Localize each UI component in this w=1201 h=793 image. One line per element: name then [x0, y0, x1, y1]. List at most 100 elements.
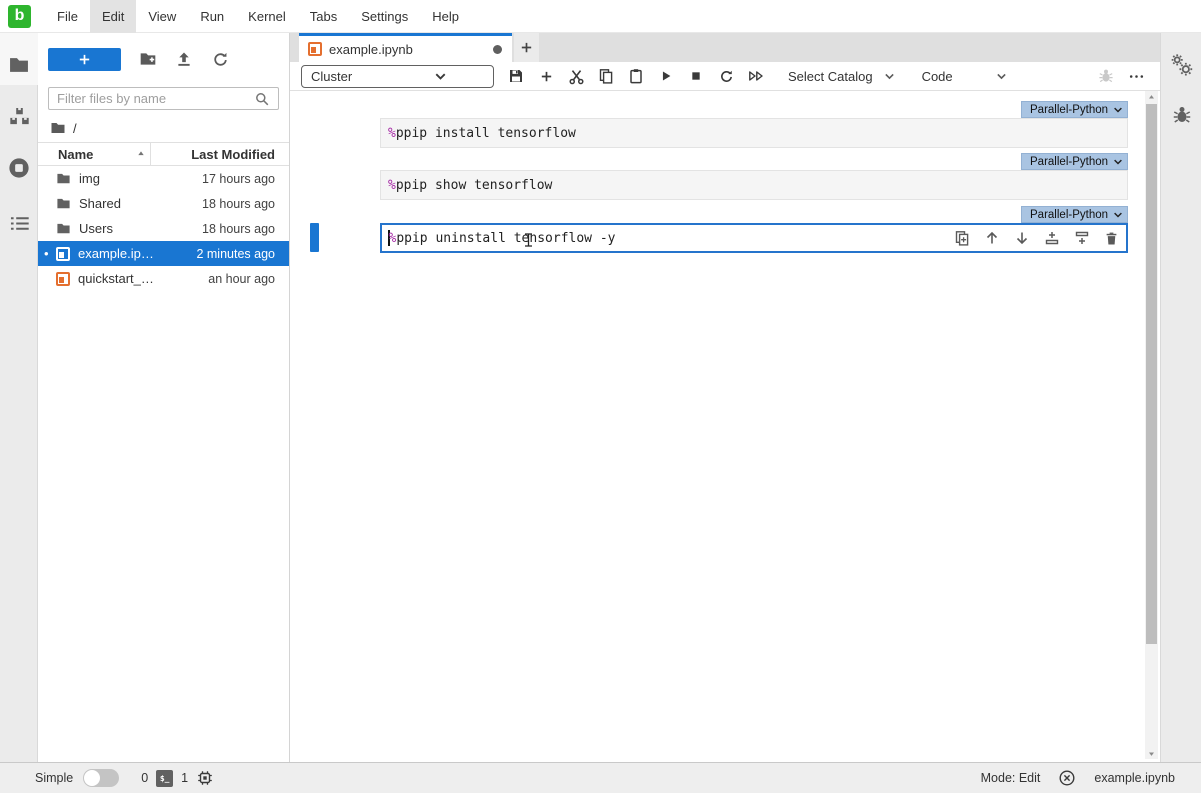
- kernel-select-value: Parallel-Python: [1030, 156, 1108, 168]
- column-header-name[interactable]: Name: [38, 147, 147, 162]
- sort-ascending-icon: [135, 148, 147, 160]
- breadcrumb-root[interactable]: /: [73, 121, 77, 136]
- scrollbar-thumb[interactable]: [1146, 104, 1157, 644]
- name-column-label: Name: [58, 147, 93, 162]
- file-name: Users: [79, 221, 202, 236]
- menu-run[interactable]: Run: [188, 0, 236, 33]
- save-button[interactable]: [504, 64, 528, 88]
- running-sessions-tab[interactable]: [0, 149, 38, 187]
- simple-mode-toggle[interactable]: [83, 769, 119, 787]
- cell-kernel-select[interactable]: Parallel-Python: [1021, 153, 1128, 170]
- menu-settings[interactable]: Settings: [349, 0, 420, 33]
- run-cell-button[interactable]: [654, 64, 678, 88]
- paste-cell-button[interactable]: [624, 64, 648, 88]
- code-text: ppip uninstall tensorflow -y: [396, 231, 615, 246]
- duplicate-cell-button[interactable]: [953, 230, 970, 247]
- stop-circle-icon: [8, 157, 30, 179]
- copy-cell-button[interactable]: [594, 64, 618, 88]
- magic-token: %: [388, 178, 396, 193]
- file-row-img[interactable]: img 17 hours ago: [38, 166, 289, 191]
- new-folder-button[interactable]: [130, 45, 166, 73]
- menu-tabs[interactable]: Tabs: [298, 0, 349, 33]
- menu-edit[interactable]: Edit: [90, 0, 136, 33]
- folder-icon: [8, 54, 30, 76]
- tab-example-ipynb[interactable]: example.ipynb: [299, 33, 512, 62]
- code-cell-2[interactable]: %ppip show tensorflow: [380, 170, 1128, 200]
- table-of-contents-tab[interactable]: [0, 204, 38, 242]
- insert-cell-button[interactable]: [534, 64, 558, 88]
- bug-icon: [1098, 68, 1114, 84]
- menu-help[interactable]: Help: [420, 0, 471, 33]
- property-inspector-tab[interactable]: [1161, 46, 1201, 84]
- menu-view[interactable]: View: [136, 0, 188, 33]
- restart-kernel-button[interactable]: [714, 64, 738, 88]
- vertical-scrollbar[interactable]: [1145, 91, 1158, 759]
- menubar: b File Edit View Run Kernel Tabs Setting…: [0, 0, 1201, 33]
- save-icon: [508, 68, 524, 84]
- menu-kernel[interactable]: Kernel: [236, 0, 298, 33]
- kernel-chip-icon[interactable]: [196, 769, 214, 787]
- unsaved-dot: •: [44, 246, 49, 261]
- file-modified: 18 hours ago: [202, 197, 289, 211]
- code-cell-3-active[interactable]: %ppip uninstall tensorflow -y: [380, 223, 1128, 253]
- file-row-users[interactable]: Users 18 hours ago: [38, 216, 289, 241]
- file-row-shared[interactable]: Shared 18 hours ago: [38, 191, 289, 216]
- cell-group-2: Parallel-Python %ppip show tensorflow: [380, 153, 1128, 200]
- interrupt-kernel-button[interactable]: [684, 64, 708, 88]
- file-name: img: [79, 171, 202, 186]
- restart-run-all-button[interactable]: [744, 64, 768, 88]
- insert-cell-above-button[interactable]: [1043, 230, 1060, 247]
- move-cell-up-button[interactable]: [983, 230, 1000, 247]
- new-launcher-button[interactable]: [48, 48, 121, 71]
- mode-indicator[interactable]: Mode: Edit: [981, 771, 1041, 785]
- filter-files-input[interactable]: [57, 91, 254, 106]
- kernel-status-circle-x-icon[interactable]: [1058, 769, 1076, 787]
- cell-collapser[interactable]: [310, 223, 319, 252]
- breadcrumb: /: [38, 110, 289, 142]
- restart-icon: [719, 69, 734, 84]
- menu-file[interactable]: File: [45, 0, 90, 33]
- new-tab-button[interactable]: [514, 33, 539, 62]
- search-icon: [254, 91, 270, 107]
- scroll-up-arrow[interactable]: [1145, 91, 1158, 103]
- refresh-button[interactable]: [202, 45, 238, 73]
- cut-cell-button[interactable]: [564, 64, 588, 88]
- cell-group-3: Parallel-Python %ppip uninstall tensorfl…: [380, 206, 1128, 253]
- scroll-down-arrow[interactable]: [1145, 747, 1158, 759]
- cell-type-dropdown[interactable]: Code: [916, 69, 1014, 84]
- insert-cell-below-button[interactable]: [1073, 230, 1090, 247]
- arrow-down-icon: [1014, 230, 1030, 246]
- extensions-tab[interactable]: [0, 97, 38, 135]
- file-row-quickstart-notebook[interactable]: quickstart_… an hour ago: [38, 266, 289, 291]
- upload-button[interactable]: [166, 45, 202, 73]
- kit-squares-icon: [9, 106, 30, 127]
- cell-kernel-select[interactable]: Parallel-Python: [1021, 206, 1128, 223]
- terminals-count: 0: [141, 771, 148, 785]
- chevron-down-icon: [1112, 209, 1124, 221]
- insert-below-icon: [1074, 230, 1090, 246]
- file-row-example-notebook[interactable]: • example.ip… 2 minutes ago: [38, 241, 289, 266]
- cluster-select[interactable]: Cluster: [301, 65, 494, 88]
- cell-group-1: Parallel-Python %ppip install tensorflow: [380, 101, 1128, 148]
- left-activity-bar: [0, 33, 38, 762]
- home-folder-icon[interactable]: [50, 120, 66, 136]
- more-commands-button[interactable]: [1124, 64, 1148, 88]
- code-cell-1[interactable]: %ppip install tensorflow: [380, 118, 1128, 148]
- file-browser-tab[interactable]: [0, 46, 38, 84]
- cell-kernel-select[interactable]: Parallel-Python: [1021, 101, 1128, 118]
- code-text: ppip install tensorflow: [396, 126, 576, 141]
- file-browser-panel: / Name Last Modified img 17 hours ago Sh…: [38, 33, 290, 762]
- debugger-tab[interactable]: [1161, 96, 1201, 134]
- trash-icon: [1104, 231, 1119, 246]
- unsaved-changes-dot[interactable]: [493, 45, 502, 54]
- terminal-icon[interactable]: $_: [156, 770, 173, 787]
- bug-icon: [1172, 105, 1192, 125]
- delete-cell-button[interactable]: [1103, 230, 1120, 247]
- column-header-modified[interactable]: Last Modified: [191, 147, 289, 162]
- refresh-icon: [212, 51, 229, 68]
- folder-icon: [56, 196, 71, 211]
- select-catalog-dropdown[interactable]: Select Catalog: [782, 69, 902, 84]
- debugger-toggle-button[interactable]: [1094, 64, 1118, 88]
- move-cell-down-button[interactable]: [1013, 230, 1030, 247]
- magic-token: %: [389, 231, 397, 246]
